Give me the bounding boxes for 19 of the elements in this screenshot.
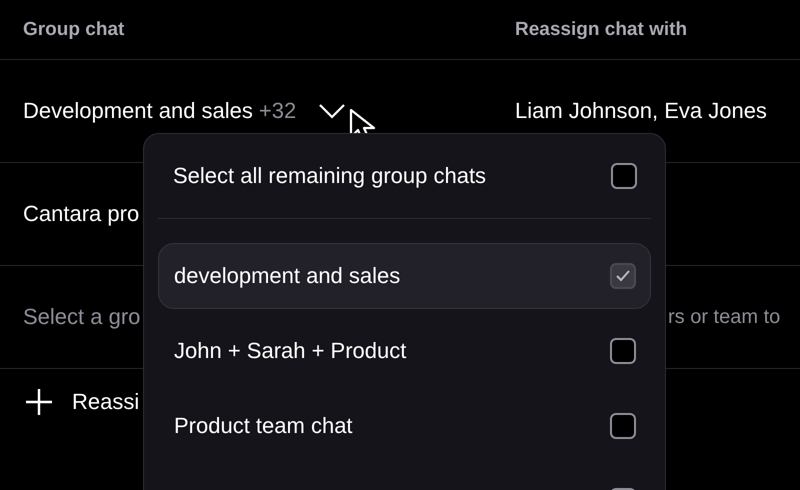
assignee-names: Liam Johnson, Eva Jones xyxy=(515,98,767,124)
checkbox[interactable] xyxy=(611,163,637,189)
checkbox[interactable] xyxy=(610,413,636,439)
checkbox[interactable] xyxy=(610,263,636,289)
placeholder-text: Select a gro xyxy=(23,304,140,330)
item-label: Product team chat xyxy=(174,413,353,439)
group-name: Development and sales xyxy=(23,98,253,124)
checkbox[interactable] xyxy=(610,338,636,364)
group-name: Cantara pro xyxy=(23,201,140,227)
member-count: +32 xyxy=(258,98,296,124)
plus-icon xyxy=(24,387,54,417)
item-label: development and sales xyxy=(174,263,400,289)
placeholder-text: rs or team to xyxy=(668,306,780,328)
column-header: Reassign chat with xyxy=(515,18,688,40)
item-label: John + Sarah + Product xyxy=(174,338,406,364)
check-icon xyxy=(615,269,631,283)
select-all-label: Select all remaining group chats xyxy=(173,163,486,189)
column-header: Group chat xyxy=(23,18,124,40)
dropdown-item[interactable]: development and sales xyxy=(158,243,651,309)
